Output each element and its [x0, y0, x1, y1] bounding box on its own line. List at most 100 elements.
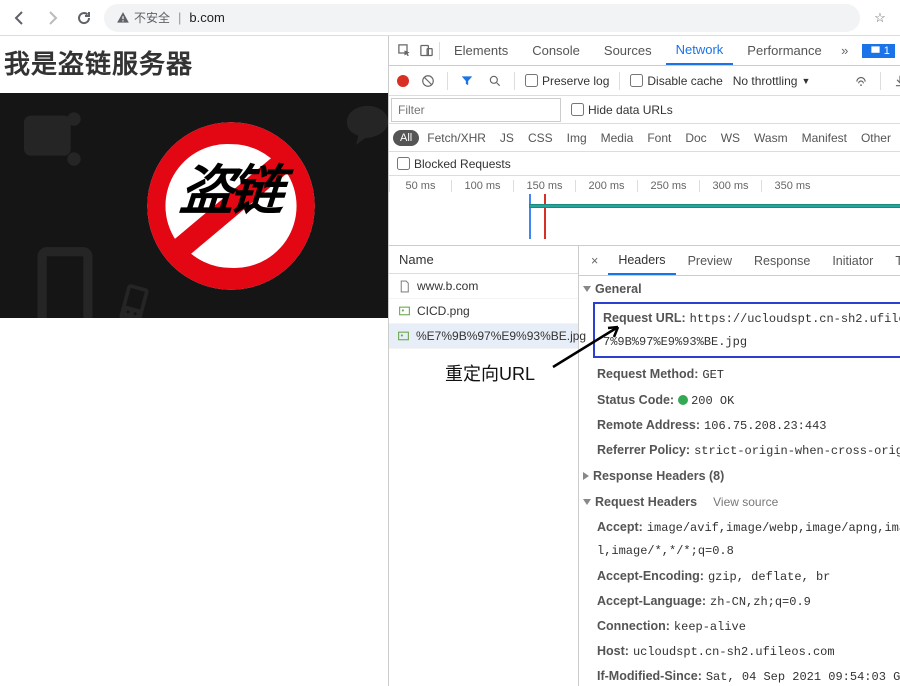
tl-request-bar [529, 204, 900, 208]
blocked-requests-checkbox[interactable]: Blocked Requests [397, 157, 511, 171]
general-section-title[interactable]: General [579, 276, 900, 302]
refpol-value: strict-origin-when-cross-orig [694, 444, 900, 458]
hero-image: 盗链 [0, 93, 388, 318]
status-value: 200 OK [691, 394, 734, 408]
clear-icon[interactable] [419, 72, 437, 90]
request-url-value2: 7%9B%97%E9%93%BE.jpg [603, 335, 747, 349]
request-name: CICD.png [417, 304, 470, 318]
request-url-value: https://ucloudspt.cn-sh2.ufileo [690, 312, 900, 326]
tl-label: 100 ms [451, 180, 513, 192]
doc-file-icon [397, 279, 411, 293]
type-css[interactable]: CSS [522, 129, 559, 147]
accenc-value: gzip, deflate, br [708, 570, 830, 584]
conn-value: keep-alive [674, 620, 746, 634]
tl-label: 200 ms [575, 180, 637, 192]
address-bar[interactable]: 不安全 | b.com [104, 4, 860, 32]
tab-sources[interactable]: Sources [594, 37, 662, 64]
tl-label: 300 ms [699, 180, 761, 192]
request-name: %E7%9B%97%E9%93%BE.jpg [416, 329, 586, 343]
page-title: 我是盗链服务器 [4, 44, 388, 81]
tl-label: 350 ms [761, 180, 823, 192]
img-file-icon [397, 304, 411, 318]
tab-network[interactable]: Network [666, 36, 734, 65]
tl-domcontent-mark [529, 194, 531, 239]
insecure-label: 不安全 [134, 9, 170, 26]
type-manifest[interactable]: Manifest [796, 129, 853, 147]
addr-separator: | [178, 10, 181, 25]
request-row[interactable]: CICD.png [389, 299, 578, 324]
inspect-icon[interactable] [395, 42, 413, 60]
network-toolbar: Preserve log Disable cache No throttling… [389, 66, 900, 96]
tl-load-mark [544, 194, 546, 239]
throttling-select[interactable]: No throttling ▼ [733, 74, 811, 88]
network-filter-bar: Hide data URLs [389, 96, 900, 124]
status-dot-icon [678, 395, 688, 405]
search-icon[interactable] [486, 72, 504, 90]
response-headers-title[interactable]: Response Headers (8) [579, 463, 900, 489]
accept-value: image/avif,image/webp,image/apng,ima [647, 521, 900, 535]
acclang-value: zh-CN,zh;q=0.9 [710, 595, 811, 609]
tl-label: 150 ms [513, 180, 575, 192]
tl-label: 50 ms [389, 180, 451, 192]
import-icon[interactable] [891, 72, 900, 90]
page-content: 我是盗链服务器 盗链 [0, 36, 388, 686]
type-font[interactable]: Font [641, 129, 677, 147]
type-js[interactable]: JS [494, 129, 520, 147]
method-value: GET [702, 368, 724, 382]
reload-button[interactable] [72, 6, 96, 30]
resource-type-filters: All Fetch/XHR JS CSS Img Media Font Doc … [389, 124, 900, 152]
disable-cache-checkbox[interactable]: Disable cache [630, 74, 722, 88]
issues-badge[interactable]: 1 [862, 44, 895, 58]
dtab-initiator[interactable]: Initiator [822, 248, 883, 274]
blocked-requests-row: Blocked Requests [389, 152, 900, 176]
type-media[interactable]: Media [595, 129, 640, 147]
device-toggle-icon[interactable] [417, 42, 435, 60]
filter-input[interactable] [391, 98, 561, 122]
tab-console[interactable]: Console [522, 37, 590, 64]
network-timeline[interactable]: 50 ms 100 ms 150 ms 200 ms 250 ms 300 ms… [389, 176, 900, 246]
forward-button[interactable] [40, 6, 64, 30]
record-button[interactable] [397, 75, 409, 87]
host-value: ucloudspt.cn-sh2.ufileos.com [633, 645, 835, 659]
preserve-log-checkbox[interactable]: Preserve log [525, 74, 609, 88]
request-list: Name www.b.com CICD.png %E7%9B%97%E9%93%… [389, 246, 579, 686]
network-conditions-icon[interactable] [852, 72, 870, 90]
request-name: www.b.com [417, 279, 478, 293]
request-url-highlight: Request URL:https://ucloudspt.cn-sh2.ufi… [593, 302, 900, 358]
type-doc[interactable]: Doc [679, 129, 712, 147]
type-all[interactable]: All [393, 130, 419, 146]
type-img[interactable]: Img [561, 129, 593, 147]
img-file-icon [397, 329, 410, 343]
type-other[interactable]: Other [855, 129, 897, 147]
devtools-panel: Elements Console Sources Network Perform… [388, 36, 900, 686]
request-detail: × Headers Preview Response Initiator Tim… [579, 246, 900, 686]
dtab-headers[interactable]: Headers [608, 247, 675, 275]
tab-performance[interactable]: Performance [737, 37, 831, 64]
dtab-response[interactable]: Response [744, 248, 820, 274]
insecure-badge: 不安全 [116, 9, 170, 26]
detail-tabs: × Headers Preview Response Initiator Tim… [579, 246, 900, 276]
view-source-link[interactable]: View source [713, 495, 778, 509]
request-headers-title[interactable]: Request HeadersView source [579, 489, 900, 515]
back-button[interactable] [8, 6, 32, 30]
dtab-preview[interactable]: Preview [678, 248, 742, 274]
tab-elements[interactable]: Elements [444, 37, 518, 64]
type-fetchxhr[interactable]: Fetch/XHR [421, 129, 492, 147]
remote-value: 106.75.208.23:443 [704, 419, 826, 433]
type-ws[interactable]: WS [715, 129, 746, 147]
ifmod-value: Sat, 04 Sep 2021 09:54:03 G [706, 670, 900, 684]
filter-funnel-icon[interactable] [458, 72, 476, 90]
request-row[interactable]: www.b.com [389, 274, 578, 299]
url-text: b.com [189, 10, 224, 25]
devtools-tabs: Elements Console Sources Network Perform… [389, 36, 900, 66]
dtab-timing[interactable]: Timi [885, 248, 900, 274]
more-tabs-icon[interactable]: » [836, 42, 854, 60]
name-column-header[interactable]: Name [389, 246, 578, 274]
request-row[interactable]: %E7%9B%97%E9%93%BE.jpg [389, 324, 578, 349]
bookmark-star-icon[interactable]: ☆ [868, 10, 892, 26]
type-wasm[interactable]: Wasm [748, 129, 794, 147]
close-detail-icon[interactable]: × [583, 254, 606, 268]
tl-label: 250 ms [637, 180, 699, 192]
browser-toolbar: 不安全 | b.com ☆ [0, 0, 900, 36]
hide-data-urls-checkbox[interactable]: Hide data URLs [571, 103, 673, 117]
